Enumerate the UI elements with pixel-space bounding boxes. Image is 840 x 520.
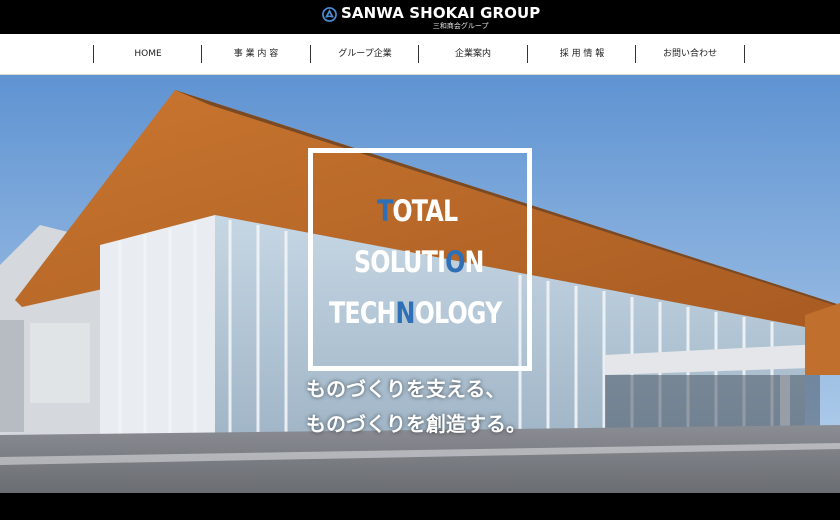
nav-item-group-companies[interactable]: グループ企業 bbox=[310, 45, 419, 63]
tagline-accent-letter: T bbox=[377, 194, 393, 228]
brand-name: SANWA SHOKAI GROUP bbox=[341, 4, 541, 22]
hero-tagline: TOTAL SOLUTION TECHNOLOGY bbox=[308, 186, 532, 339]
nav-item-home[interactable]: HOME bbox=[93, 45, 202, 63]
nav-item-label: HOME bbox=[134, 49, 162, 59]
nav-item-label: グループ企業 bbox=[338, 49, 392, 59]
tagline-text: N bbox=[464, 245, 485, 279]
nav-item-label: 事 業 内 容 bbox=[233, 49, 279, 59]
sanwa-logo-icon bbox=[322, 7, 337, 22]
tagline-line-3: TECHNOLOGY bbox=[329, 288, 502, 339]
nav-item-label: 企業案内 bbox=[454, 49, 491, 59]
nav-item-label: 採 用 情 報 bbox=[559, 49, 605, 59]
tagline-text: OLOGY bbox=[414, 296, 503, 330]
tagline-text: TECH bbox=[329, 296, 396, 330]
bottom-black-strip bbox=[0, 493, 840, 520]
nav-item-company-info[interactable]: 企業案内 bbox=[418, 45, 527, 63]
tagline-accent-letter: N bbox=[395, 296, 416, 330]
global-nav: HOME 事 業 内 容 グループ企業 企業案内 採 用 情 報 お問い合わせ bbox=[0, 34, 840, 75]
nav-item-business[interactable]: 事 業 内 容 bbox=[201, 45, 310, 63]
catchcopy-line-2: ものづくりを創造する。 bbox=[306, 412, 526, 436]
tagline-text: OTAL bbox=[392, 194, 458, 228]
tagline-accent-letter: O bbox=[445, 245, 465, 279]
brand-subtitle: 三和商会グループ bbox=[432, 22, 489, 30]
nav-item-contact[interactable]: お問い合わせ bbox=[635, 45, 745, 63]
catchcopy-line-1: ものづくりを支える、 bbox=[306, 377, 506, 401]
top-header-bar: SANWA SHOKAI GROUP 三和商会グループ bbox=[0, 0, 840, 34]
nav-item-label: お問い合わせ bbox=[662, 49, 717, 59]
tagline-line-2: SOLUTION bbox=[354, 237, 500, 288]
nav-item-recruit[interactable]: 採 用 情 報 bbox=[527, 45, 636, 63]
tagline-line-1: TOTAL bbox=[377, 186, 504, 237]
tagline-text: SOLUTI bbox=[354, 245, 446, 279]
hero-catchcopy: ものづくりを支える、 ものづくりを創造する。 bbox=[306, 372, 526, 442]
brand-logo-link[interactable]: SANWA SHOKAI GROUP 三和商会グループ bbox=[322, 4, 540, 32]
